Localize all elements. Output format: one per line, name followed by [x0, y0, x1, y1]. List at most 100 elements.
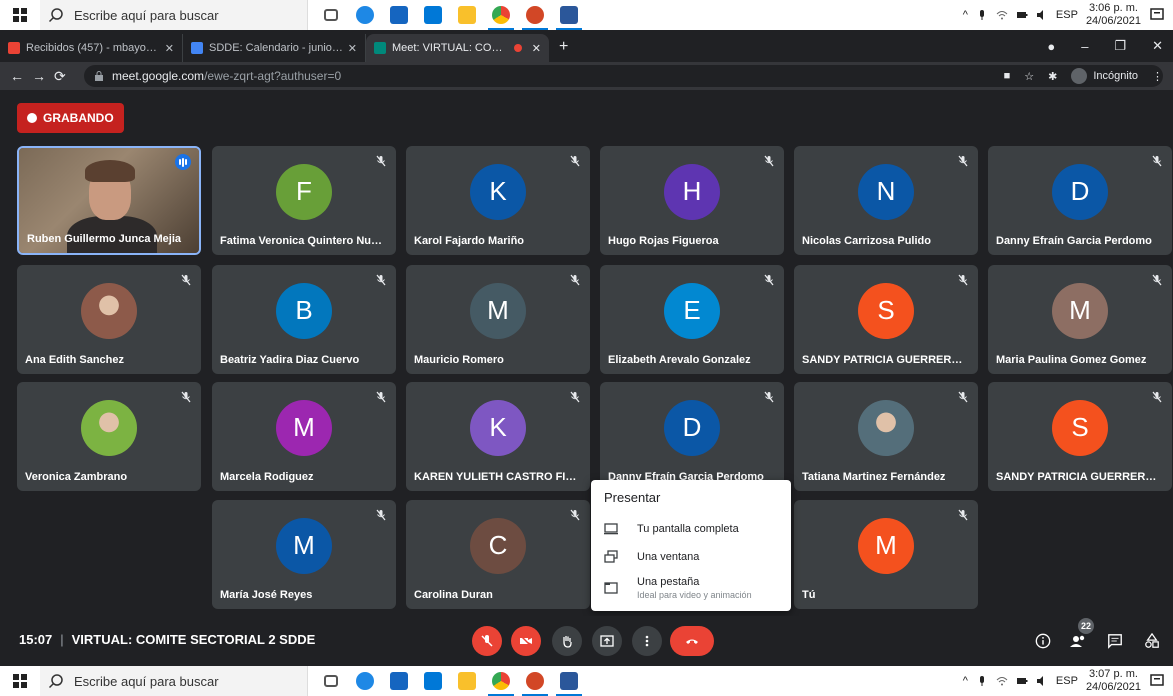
mic-off-icon: [957, 390, 969, 403]
camera-toggle-button[interactable]: [511, 626, 541, 656]
participant-tile[interactable]: H Hugo Rojas Figueroa: [600, 146, 784, 255]
windows-start-icon[interactable]: [0, 0, 40, 30]
present-entire-screen[interactable]: Tu pantalla completa: [591, 515, 791, 543]
maximize-icon[interactable]: ❐: [1114, 38, 1126, 54]
notifications-icon[interactable]: [1149, 673, 1165, 689]
microphone-icon[interactable]: [976, 675, 988, 687]
participant-tile[interactable]: M Marcela Rodiguez: [212, 382, 396, 491]
present-item-label: Tu pantalla completa: [637, 523, 739, 535]
taskbar-clock[interactable]: 3:07 p. m. 24/06/2021: [1086, 668, 1141, 694]
word-icon[interactable]: [552, 666, 586, 696]
volume-icon[interactable]: [1036, 9, 1048, 21]
microphone-icon[interactable]: [976, 9, 988, 21]
edge-icon[interactable]: [348, 666, 382, 696]
participant-tile[interactable]: Ana Edith Sanchez: [17, 265, 201, 374]
address-bar[interactable]: meet.google.com/ewe-zqrt-agt?authuser=0: [84, 65, 1163, 87]
notifications-icon[interactable]: [1149, 7, 1165, 23]
taskbar-clock[interactable]: 3:06 p. m. 24/06/2021: [1086, 2, 1141, 28]
task-view-icon[interactable]: [314, 0, 348, 30]
chrome-icon[interactable]: [484, 0, 518, 30]
participant-tile[interactable]: K KAREN YULIETH CASTRO FIRIG...: [406, 382, 590, 491]
wifi-icon[interactable]: [996, 675, 1008, 687]
tab-meet[interactable]: Meet: VIRTUAL: COMITE SEC ✕: [366, 34, 549, 62]
present-now-button[interactable]: [592, 626, 622, 656]
minimize-icon[interactable]: –: [1081, 39, 1088, 54]
participant-tile[interactable]: M Maria Paulina Gomez Gomez: [988, 265, 1172, 374]
camera-in-use-icon[interactable]: ■: [1004, 70, 1011, 82]
mail-icon[interactable]: [416, 0, 450, 30]
participant-tile[interactable]: N Nicolas Carrizosa Pulido: [794, 146, 978, 255]
input-language[interactable]: ESP: [1056, 675, 1078, 687]
task-view-icon[interactable]: [314, 666, 348, 696]
mic-toggle-button[interactable]: [472, 626, 502, 656]
close-icon[interactable]: ✕: [532, 42, 541, 55]
edge-icon[interactable]: [348, 0, 382, 30]
tab-gmail[interactable]: Recibidos (457) - mbayona@desa ✕: [0, 34, 183, 62]
participant-tile[interactable]: S SANDY PATRICIA GUERRERO S...: [794, 265, 978, 374]
new-tab-button[interactable]: +: [549, 38, 578, 62]
windows-start-icon[interactable]: [0, 666, 40, 696]
photos-app-icon[interactable]: [382, 666, 416, 696]
chrome-icon[interactable]: [484, 666, 518, 696]
separator: |: [60, 632, 64, 647]
tab-search-icon[interactable]: ●: [1047, 39, 1055, 54]
file-explorer-icon[interactable]: [450, 0, 484, 30]
photos-app-icon[interactable]: [382, 0, 416, 30]
meeting-name[interactable]: VIRTUAL: COMITE SECTORIAL 2 SDDE: [72, 632, 316, 647]
chevron-up-icon[interactable]: ^: [963, 675, 968, 687]
participant-tile[interactable]: M María José Reyes: [212, 500, 396, 609]
word-icon[interactable]: [552, 0, 586, 30]
participant-name: Elizabeth Arevalo Gonzalez: [608, 354, 751, 366]
mail-icon[interactable]: [416, 666, 450, 696]
participant-tile[interactable]: C Carolina Duran: [406, 500, 590, 609]
people-icon[interactable]: [1069, 632, 1087, 650]
close-icon[interactable]: ✕: [348, 42, 357, 55]
present-tab[interactable]: Una pestaña Ideal para video y animación: [591, 571, 791, 605]
meeting-details-icon[interactable]: [1034, 632, 1052, 650]
file-explorer-icon[interactable]: [450, 666, 484, 696]
participant-name: Marcela Rodiguez: [220, 471, 314, 483]
activities-icon[interactable]: [1143, 632, 1161, 650]
participant-tile[interactable]: B Beatriz Yadira Diaz Cuervo: [212, 265, 396, 374]
participant-tile[interactable]: K Karol Fajardo Mariño: [406, 146, 590, 255]
powerpoint-icon[interactable]: [518, 666, 552, 696]
chevron-up-icon[interactable]: ^: [963, 9, 968, 21]
raise-hand-button[interactable]: [552, 626, 582, 656]
bookmark-star-icon[interactable]: ☆: [1024, 70, 1034, 83]
window-close-icon[interactable]: ✕: [1152, 38, 1163, 54]
battery-icon[interactable]: [1016, 9, 1028, 21]
participant-avatar: E: [664, 282, 720, 339]
input-language[interactable]: ESP: [1056, 9, 1078, 21]
extensions-icon[interactable]: ✱: [1048, 70, 1057, 83]
participant-tile[interactable]: M Tú: [794, 500, 978, 609]
clock-time: 3:06 p. m.: [1089, 2, 1138, 14]
forward-icon[interactable]: →: [32, 68, 54, 84]
participant-tile[interactable]: Ruben Guillermo Junca Mejia: [17, 146, 201, 255]
participant-tile[interactable]: D Danny Efraín Garcia Perdomo: [600, 382, 784, 491]
close-icon[interactable]: ✕: [165, 42, 174, 55]
participant-name: Tatiana Martinez Fernández: [802, 471, 946, 483]
participant-tile[interactable]: Tatiana Martinez Fernández: [794, 382, 978, 491]
participant-tile[interactable]: S SANDY PATRICIA GUERRERO S...: [988, 382, 1172, 491]
battery-icon[interactable]: [1016, 675, 1028, 687]
wifi-icon[interactable]: [996, 9, 1008, 21]
participant-tile[interactable]: M Mauricio Romero: [406, 265, 590, 374]
reload-icon[interactable]: ⟳: [54, 68, 76, 85]
tab-calendar[interactable]: SDDE: Calendario - junio 2021 ✕: [183, 34, 366, 62]
menu-kebab-icon[interactable]: ⋮: [1152, 70, 1163, 83]
participant-tile[interactable]: Veronica Zambrano: [17, 382, 201, 491]
participant-tile[interactable]: D Danny Efraín Garcia Perdomo: [988, 146, 1172, 255]
participant-tile[interactable]: E Elizabeth Arevalo Gonzalez: [600, 265, 784, 374]
back-icon[interactable]: ←: [10, 68, 32, 84]
taskbar-search-box[interactable]: Escribe aquí para buscar: [40, 0, 308, 30]
recording-badge[interactable]: GRABANDO: [17, 103, 124, 133]
volume-icon[interactable]: [1036, 675, 1048, 687]
chat-icon[interactable]: [1106, 632, 1124, 650]
participant-tile[interactable]: F Fatima Veronica Quintero Nuñez: [212, 146, 396, 255]
present-window[interactable]: Una ventana: [591, 543, 791, 571]
leave-call-button[interactable]: [670, 626, 714, 656]
powerpoint-icon[interactable]: [518, 0, 552, 30]
incognito-profile[interactable]: Incógnito: [1071, 68, 1138, 84]
taskbar-search-box[interactable]: Escribe aquí para buscar: [40, 666, 308, 696]
more-options-button[interactable]: [632, 626, 662, 656]
